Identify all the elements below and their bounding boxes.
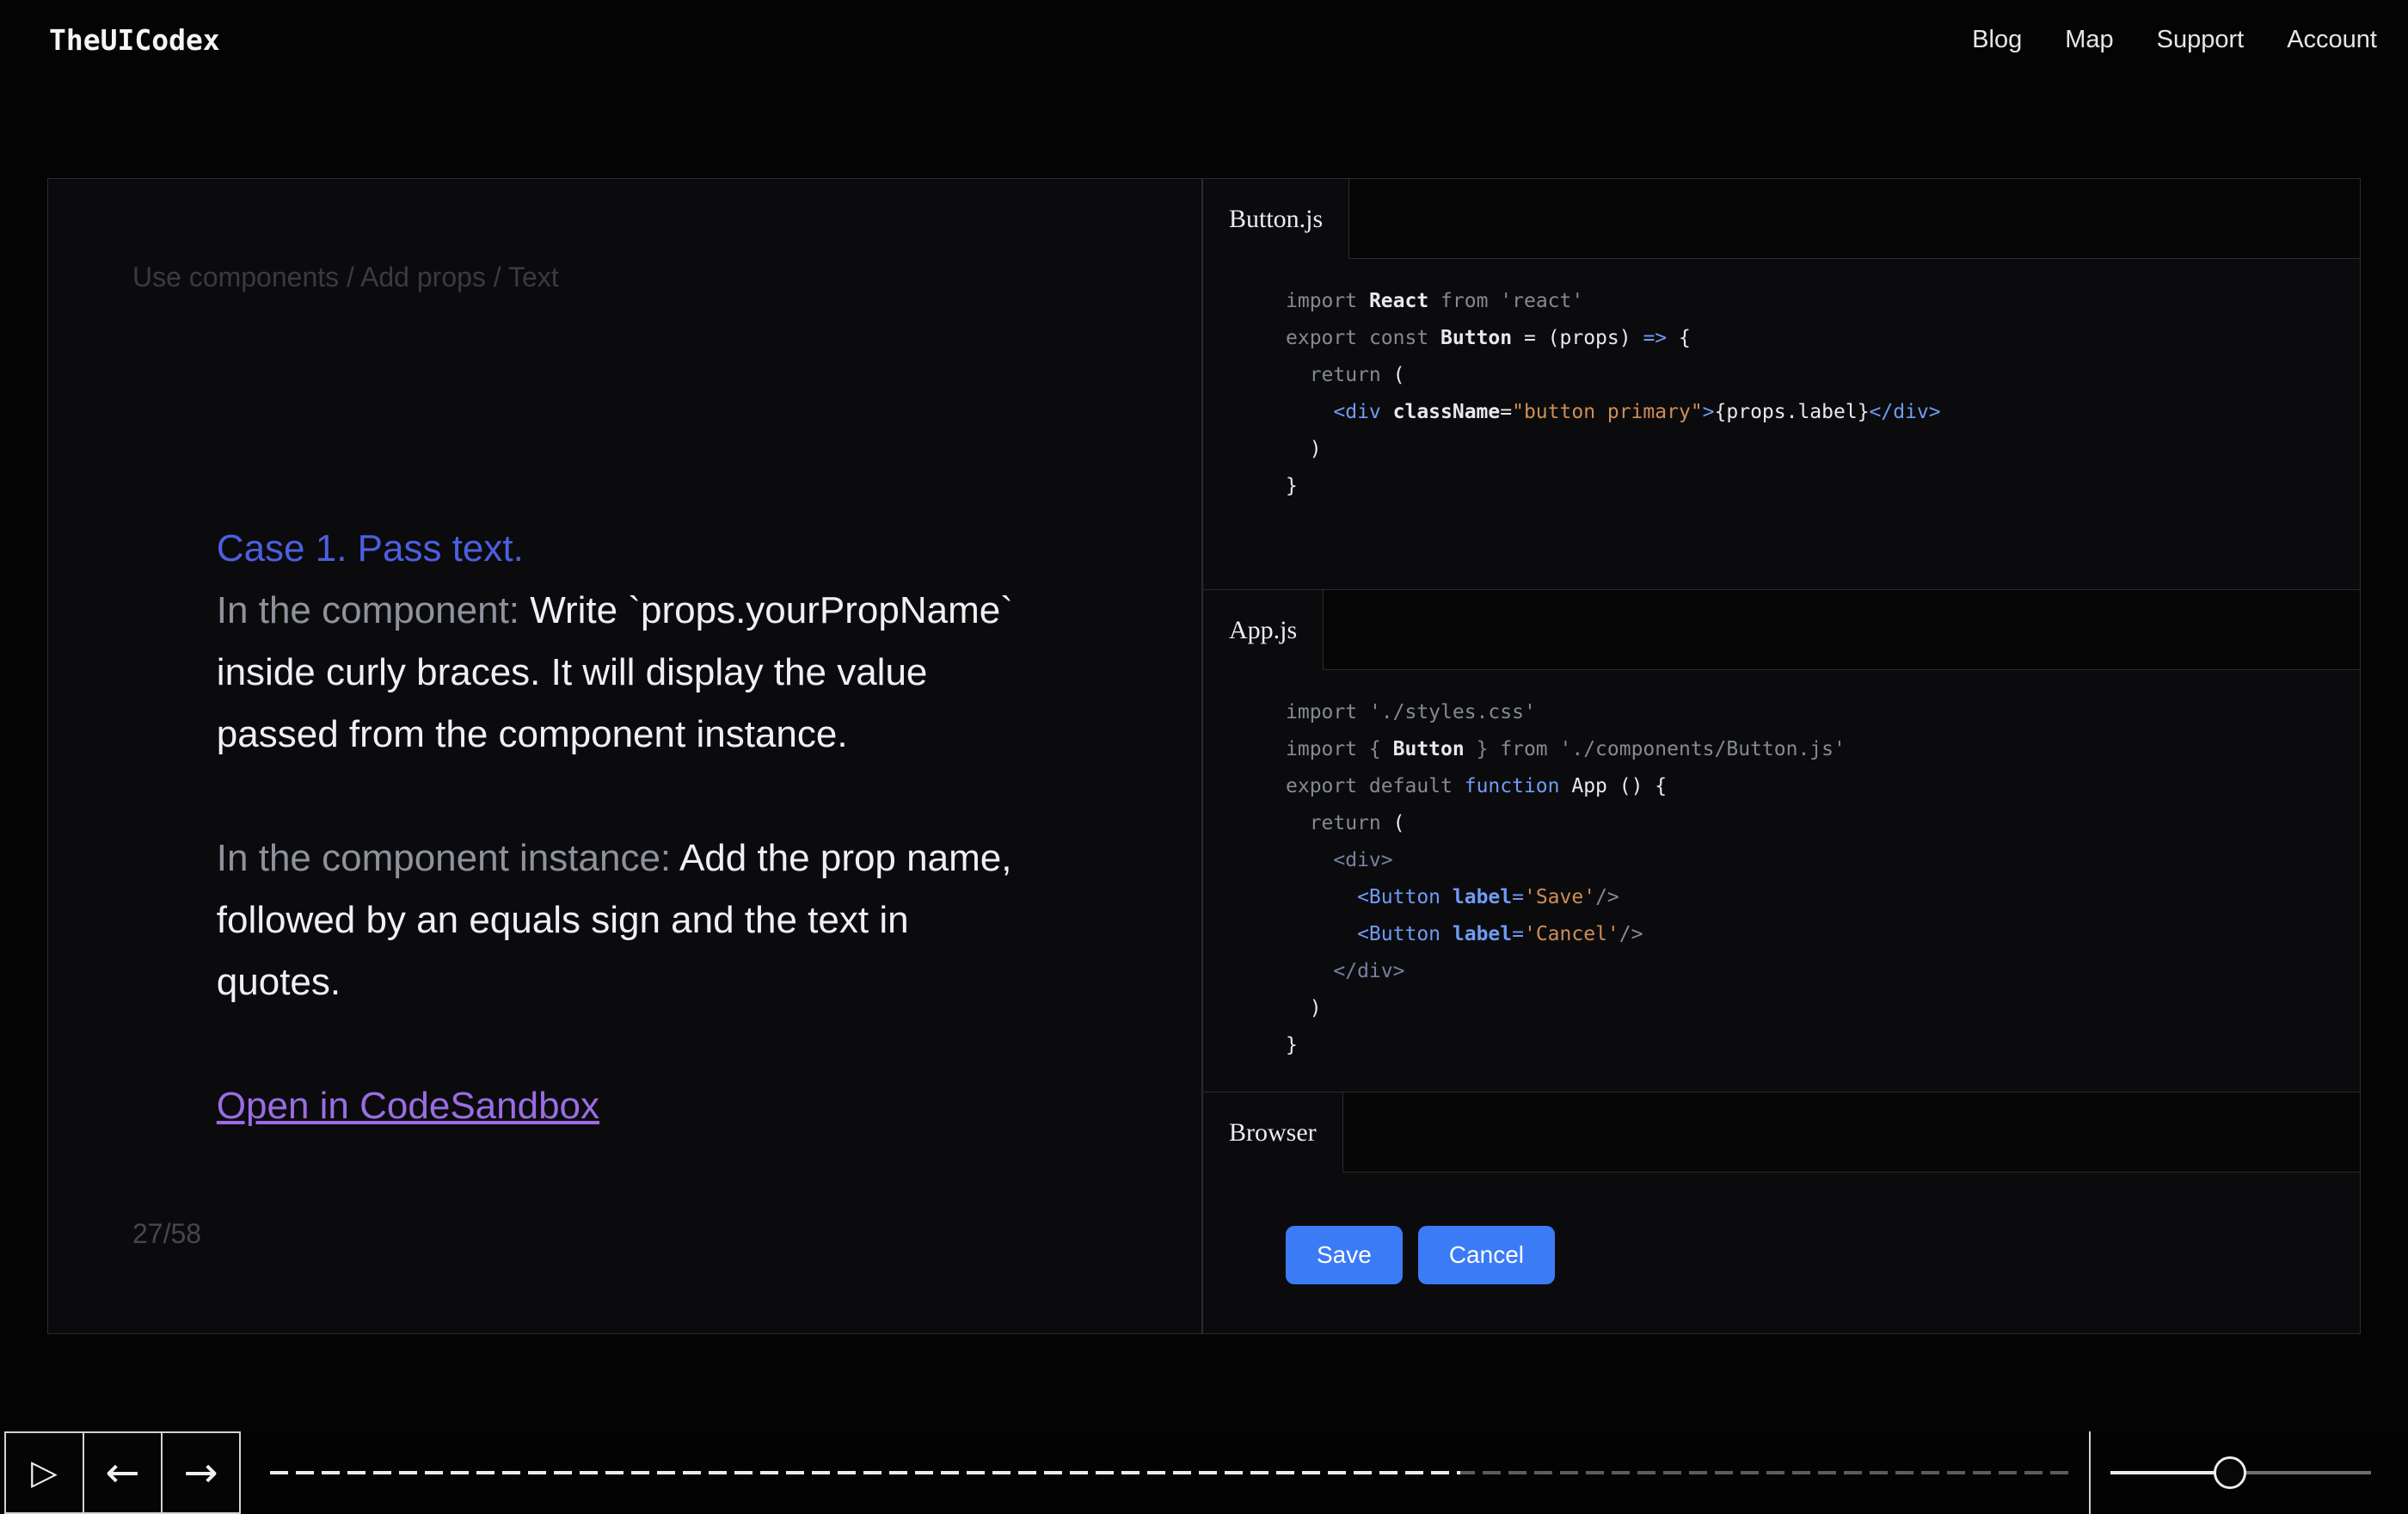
code-line: <Button label='Save'/> [1286,879,2360,916]
code-line: import React from 'react' [1286,283,2360,320]
player-bar: ▷ ← → [0,1431,2408,1514]
tab-browser[interactable]: Browser [1203,1092,1343,1172]
lesson-link-line: Open in CodeSandbox [132,1013,1013,1075]
lesson-body-text: passed from the component instance. [217,713,848,755]
breadcrumb: Use components / Add props / Text [132,262,559,293]
code-editor-buttonjs[interactable]: import React from 'react'export const Bu… [1203,259,2360,505]
editor-tabbar-appjs: App.js [1203,590,2360,670]
code-line: </div> [1286,953,2360,990]
play-icon: ▷ [31,1456,58,1490]
code-panel: Button.js import React from 'react'expor… [1202,178,2361,1334]
code-line: <div> [1286,842,2360,879]
lesson-heading: Case 1. Pass text. [217,527,524,569]
code-line: export const Button = (props) => { [1286,320,2360,357]
forward-arrow-icon: → [183,1452,218,1493]
lesson-body-text: followed by an equals sign and the text … [217,899,909,941]
volume-played [2110,1471,2230,1474]
browser-preview: Save Cancel [1203,1172,2360,1284]
play-button[interactable]: ▷ [4,1431,84,1514]
demo-cancel-button[interactable]: Cancel [1418,1226,1555,1284]
lesson-body-text: Write `props.yourPropName` [530,589,1013,631]
nav-links: Blog Map Support Account [1972,26,2377,54]
volume-knob[interactable] [2214,1456,2246,1489]
page: TheUICodex Blog Map Support Account Use … [0,0,2408,1514]
tab-label: App.js [1229,616,1297,645]
nav-link-map[interactable]: Map [2065,26,2113,54]
tab-label: Browser [1229,1118,1317,1148]
code-line: ) [1286,431,2360,468]
lesson-paragraph-line: In the component instance: Add the prop … [132,766,1013,828]
timeline-scrubber[interactable] [270,1431,2073,1514]
volume-slider[interactable] [2110,1431,2371,1514]
nav-link-blog[interactable]: Blog [1972,26,2022,54]
demo-save-button[interactable]: Save [1286,1226,1403,1284]
lesson-label: In the component instance: [217,837,679,879]
tab-buttonjs[interactable]: Button.js [1203,179,1349,259]
code-line: } [1286,1027,2360,1064]
editor-section-buttonjs: Button.js import React from 'react'expor… [1203,179,2360,589]
back-arrow-icon: ← [105,1452,139,1493]
timeline-played [270,1471,1460,1474]
lesson-body-text: quotes. [217,961,341,1003]
nav-link-account[interactable]: Account [2287,26,2377,54]
editor-tabbar-buttonjs: Button.js [1203,179,2360,259]
prev-step-button[interactable]: ← [83,1431,163,1514]
lesson-body-text: Add the prop name, [679,837,1011,879]
player-divider [2089,1431,2091,1514]
next-step-button[interactable]: → [161,1431,241,1514]
code-line: <div className="button primary">{props.l… [1286,394,2360,431]
code-line: return ( [1286,357,2360,394]
code-line: return ( [1286,805,2360,842]
nav-link-support[interactable]: Support [2157,26,2245,54]
tab-label: Button.js [1229,205,1323,234]
code-line: <Button label='Cancel'/> [1286,916,2360,953]
code-line: } [1286,468,2360,505]
browser-tabbar: Browser [1203,1092,2360,1172]
top-nav: TheUICodex Blog Map Support Account [0,0,2408,80]
tab-appjs[interactable]: App.js [1203,590,1324,670]
browser-preview-section: Browser Save Cancel [1203,1092,2360,1334]
brand-logo[interactable]: TheUICodex [49,23,220,57]
code-line: import { Button } from './components/But… [1286,731,2360,768]
lesson-label: In the component: [217,589,530,631]
editor-section-appjs: App.js import './styles.css'import { But… [1203,589,2360,1092]
code-editor-appjs[interactable]: import './styles.css'import { Button } f… [1203,670,2360,1064]
lesson-panel: Use components / Add props / Text Case 1… [47,178,1202,1334]
lesson-progress: 27/58 [132,1218,201,1250]
lesson-text: Case 1. Pass text. In the component: Wri… [132,456,1013,1075]
lesson-body-text: inside curly braces. It will display the… [217,651,928,693]
lesson-heading-line: Case 1. Pass text. [132,456,1013,518]
code-line: export default function App () { [1286,768,2360,805]
code-line: ) [1286,990,2360,1027]
code-line: import './styles.css' [1286,694,2360,731]
open-codesandbox-link[interactable]: Open in CodeSandbox [217,1085,599,1127]
